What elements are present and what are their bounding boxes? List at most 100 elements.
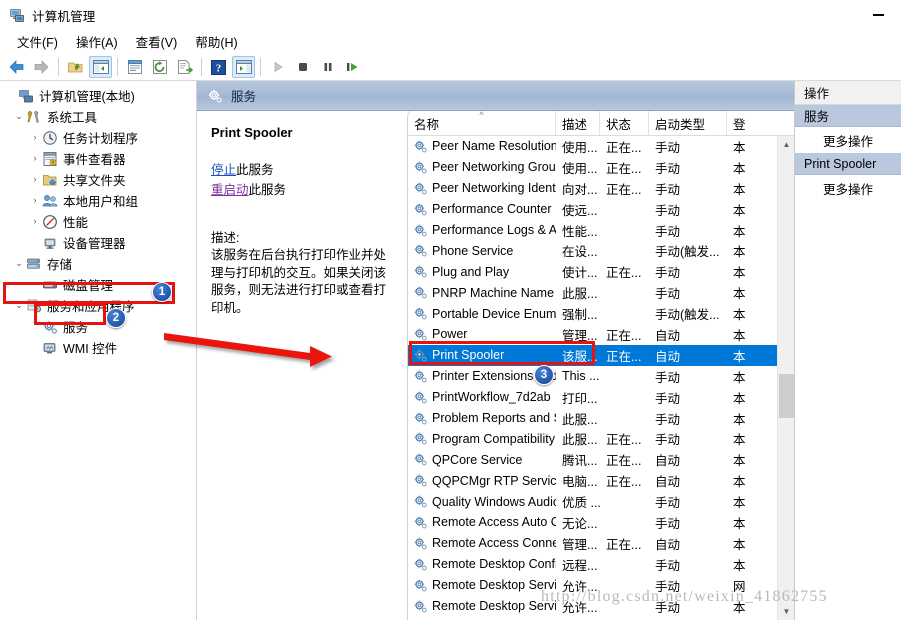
show-action-pane-icon[interactable] [232,56,255,78]
table-row[interactable]: Program Compatibility A... 此服... 正在... 手动 本 [408,428,777,449]
tree-expander[interactable]: › [28,154,42,163]
table-row[interactable]: Phone Service 在设... 手动(触发... 本 [408,240,777,261]
shared-folders-icon [42,172,58,188]
table-row[interactable]: Plug and Play 使计... 正在... 手动 本 [408,261,777,282]
main-area: 计算机管理(本地) ⌄ 系统工具 › 任务计划程序 › 事件查看器 › 共享文件… [0,81,901,620]
tree-expander[interactable]: › [28,217,42,226]
tree-event-viewer[interactable]: › 事件查看器 [0,148,196,169]
minimize-button[interactable] [856,0,901,30]
scroll-up-arrow[interactable]: ▲ [778,136,794,153]
table-row[interactable]: Print Spooler 该服... 正在... 自动 本 [408,344,777,366]
toolbar-separator [260,58,261,76]
up-folder-icon[interactable] [64,56,87,78]
table-row[interactable]: Remote Desktop Configu... 远程... 手动 本 [408,554,777,575]
service-name-text: Remote Access Auto Con... [432,515,556,530]
table-row[interactable]: Printer Extensions and N... This ... 手动 本 [408,366,777,387]
cell-service-name: Program Compatibility A... [408,431,556,446]
table-row[interactable]: Quality Windows Audio V... 优质 ... 手动 本 [408,491,777,512]
menu-view[interactable]: 查看(V) [127,30,187,54]
tree-expander[interactable]: › [28,196,42,205]
cell-description: 在设... [562,245,598,260]
service-name-text: Performance Logs & Aler... [432,223,556,237]
tree-label: 服务和应用程序 [47,300,135,314]
column-description[interactable]: 描述 [556,111,600,135]
tree-wmi-control[interactable]: WMI 控件 [0,337,196,358]
table-row[interactable]: Performance Logs & Aler... 性能... 手动 本 [408,220,777,241]
tree-system-tools[interactable]: ⌄ 系统工具 [0,106,196,127]
menu-action[interactable]: 操作(A) [67,30,127,54]
menu-file[interactable]: 文件(F) [8,30,67,54]
stop-service-link[interactable]: 停止 [211,163,236,177]
restart-service-link[interactable]: 重启动 [211,183,249,197]
tree-shared-folders[interactable]: › 共享文件夹 [0,169,196,190]
service-gear-icon [413,348,428,363]
cell-status: 正在... [606,182,642,197]
table-row[interactable]: Remote Access Connecti... 管理... 正在... 自动 本 [408,533,777,554]
column-name[interactable]: 名称 ^ [408,111,556,135]
table-row[interactable]: Portable Device Enumera... 强制... 手动(触发... 本 [408,303,777,324]
show-hide-tree-icon[interactable] [89,56,112,78]
menu-help[interactable]: 帮助(H) [186,30,246,54]
tree-computer-management[interactable]: 计算机管理(本地) [0,85,196,106]
actions-more-print-spooler[interactable]: 更多操作 [795,175,901,201]
local-users-groups-icon [42,193,58,209]
wmi-control-icon [42,340,58,356]
tree-services[interactable]: 服务 [0,316,196,337]
table-row[interactable]: Problem Reports and Sol... 此服... 手动 本 [408,408,777,429]
tree-performance[interactable]: › 性能 [0,211,196,232]
stop-service-icon[interactable] [291,56,314,78]
start-service-icon[interactable] [266,56,289,78]
list-rows-region: Peer Name Resolution Pr...使用...正在...手动本P… [408,136,794,620]
table-row[interactable]: QQPCMgr RTP Service 电脑... 正在... 自动 本 [408,470,777,491]
column-status-label: 状态 [606,117,632,132]
cell-log-on-as: 本 [733,140,746,155]
back-icon[interactable] [5,56,28,78]
tree-expander[interactable]: › [28,133,42,142]
actions-more-services[interactable]: 更多操作 [795,127,901,153]
table-row[interactable]: Peer Networking Identity... 向对... 正在... 手动 本 [408,178,777,199]
tree-disk-management[interactable]: 磁盘管理 [0,274,196,295]
cell-startup-type: 手动 [655,433,681,448]
table-row[interactable]: Peer Networking Groupi... 使用... 正在... 手动 本 [408,157,777,178]
scrollbar-thumb[interactable] [779,374,794,418]
cell-service-name: Remote Access Auto Con... [408,515,556,530]
tree-label: 设备管理器 [63,237,126,251]
forward-icon[interactable] [30,56,53,78]
refresh-icon[interactable] [148,56,171,78]
properties-icon[interactable] [123,56,146,78]
cell-log-on-as: 本 [733,245,746,260]
performance-icon [42,214,58,230]
table-row[interactable]: Performance Counter DL... 使远... 手动 本 [408,199,777,220]
table-row[interactable]: PrintWorkflow_7d2ab 打印... 手动 本 [408,387,777,408]
tree-expander[interactable]: ⌄ [12,259,26,268]
actions-group-header-print-spooler: Print Spooler [795,153,901,175]
pause-service-icon[interactable] [316,56,339,78]
tree-services-and-applications[interactable]: ⌄ 服务和应用程序 [0,295,196,316]
svg-text:?: ? [216,62,222,74]
table-row[interactable]: QPCore Service 腾讯... 正在... 自动 本 [408,449,777,470]
table-row[interactable]: Remote Access Auto Con... 无论... 手动 本 [408,512,777,533]
tree-device-manager[interactable]: 设备管理器 [0,232,196,253]
tree-local-users-and-groups[interactable]: › 本地用户和组 [0,190,196,211]
tree-expander[interactable]: ⌄ [12,112,26,121]
cell-log-on-as: 本 [733,161,746,176]
table-row[interactable]: Remote Desktop Service... 允许... 手动 本 [408,596,777,617]
tree-task-scheduler[interactable]: › 任务计划程序 [0,127,196,148]
tree-expander[interactable]: ⌄ [12,301,26,310]
help-icon[interactable]: ? [207,56,230,78]
table-row[interactable]: Power 管理... 正在... 自动 本 [408,324,777,345]
column-startup-type[interactable]: 启动类型 [649,111,727,135]
table-row[interactable]: Remote Desktop Services 允许... 手动 网 [408,575,777,596]
cell-description: 优质 ... [562,496,600,511]
cell-description: 性能... [562,224,598,239]
scroll-down-arrow[interactable]: ▼ [778,603,794,620]
list-vertical-scrollbar[interactable]: ▲ ▼ [777,136,794,620]
tree-storage[interactable]: ⌄ 存储 [0,253,196,274]
table-row[interactable]: PNRP Machine Name Pu... 此服... 手动 本 [408,282,777,303]
column-log-on-as[interactable]: 登 [727,111,757,135]
restart-service-icon[interactable] [341,56,364,78]
table-row[interactable]: Peer Name Resolution Pr... 使用... 正在... 手动 本 [408,136,777,157]
tree-expander[interactable]: › [28,175,42,184]
column-status[interactable]: 状态 [600,111,649,135]
export-list-icon[interactable] [173,56,196,78]
